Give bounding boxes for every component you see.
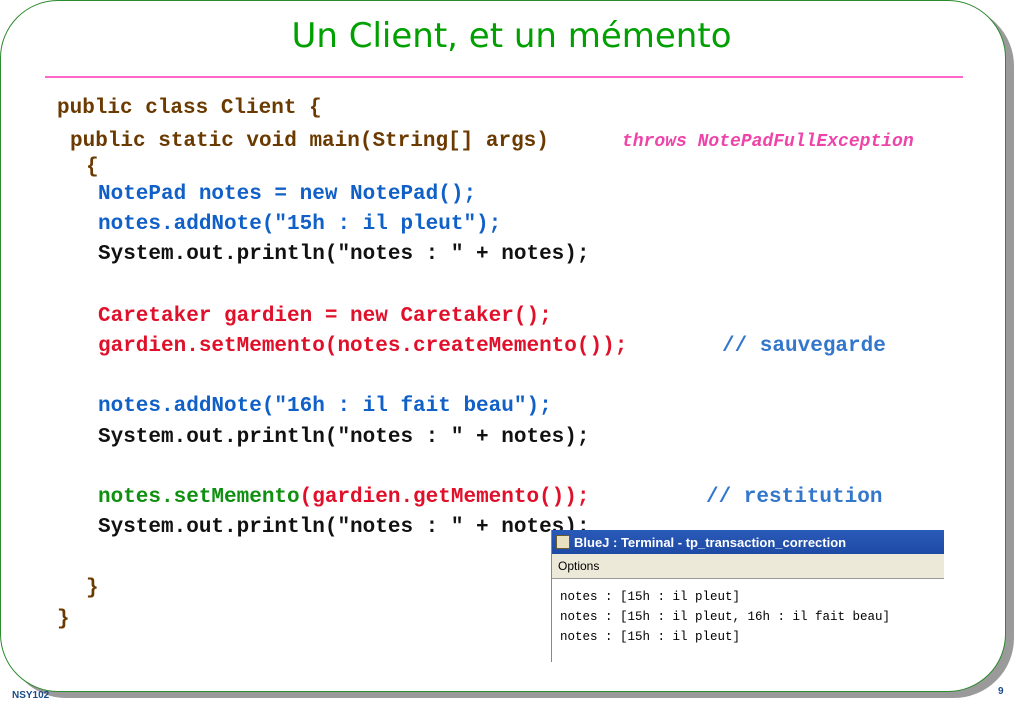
slide-title: Un Client, et un mémento bbox=[291, 16, 732, 56]
page-number: 9 bbox=[998, 686, 1004, 697]
code-setmemento-call: gardien.setMemento bbox=[98, 335, 325, 358]
code-line-addnote-15h: notes.addNote("15h : il pleut"); bbox=[98, 213, 502, 236]
terminal-output-line: notes : [15h : il pleut] bbox=[560, 630, 741, 644]
code-close-brace-main: } bbox=[86, 577, 99, 600]
code-comment-sauvegarde: // sauvegarde bbox=[722, 335, 886, 358]
terminal-output-line: notes : [15h : il pleut, 16h : il fait b… bbox=[560, 610, 891, 624]
code-line-println-2: System.out.println("notes : " + notes); bbox=[98, 426, 590, 449]
code-throws-clause: throws NotePadFullException bbox=[622, 132, 914, 152]
code-line-main-decl: public static void main(String[] args) bbox=[70, 130, 549, 153]
menu-options[interactable]: Options bbox=[558, 559, 599, 573]
terminal-output: notes : [15h : il pleut] notes : [15h : … bbox=[552, 579, 944, 647]
terminal-output-line: notes : [15h : il pleut] bbox=[560, 590, 741, 604]
code-open-brace: { bbox=[86, 156, 99, 179]
code-creatememento-arg: (notes.createMemento()); bbox=[324, 335, 628, 358]
code-line-caretaker: Caretaker gardien = new Caretaker(); bbox=[98, 305, 552, 328]
code-line-class-decl: public class Client { bbox=[57, 97, 322, 120]
code-line-setmemento-restore: notes.setMemento(gardien.getMemento()); bbox=[98, 487, 590, 508]
terminal-menu-bar: Options bbox=[552, 554, 944, 579]
course-code: NSY102 bbox=[12, 690, 50, 701]
code-line-setmemento-save: gardien.setMemento(notes.createMemento()… bbox=[98, 336, 627, 357]
code-line-addnote-16h: notes.addNote("16h : il fait beau"); bbox=[98, 395, 552, 418]
bluej-app-icon bbox=[556, 535, 570, 549]
code-getmemento-arg: (gardien.getMemento()); bbox=[299, 486, 590, 509]
code-close-brace-class: } bbox=[57, 608, 70, 631]
terminal-title-bar[interactable]: BlueJ : Terminal - tp_transaction_correc… bbox=[552, 530, 944, 554]
code-line-println-3: System.out.println("notes : " + notes); bbox=[98, 516, 590, 539]
terminal-title: BlueJ : Terminal - tp_transaction_correc… bbox=[574, 534, 847, 550]
code-setmemento-restore-call: notes.setMemento bbox=[98, 486, 300, 509]
bluej-terminal-window: BlueJ : Terminal - tp_transaction_correc… bbox=[551, 530, 944, 662]
title-underline bbox=[45, 76, 963, 78]
code-line-notepad: NotePad notes = new NotePad(); bbox=[98, 183, 477, 206]
code-line-println-1: System.out.println("notes : " + notes); bbox=[98, 243, 590, 266]
code-comment-restitution: // restitution bbox=[706, 486, 883, 509]
